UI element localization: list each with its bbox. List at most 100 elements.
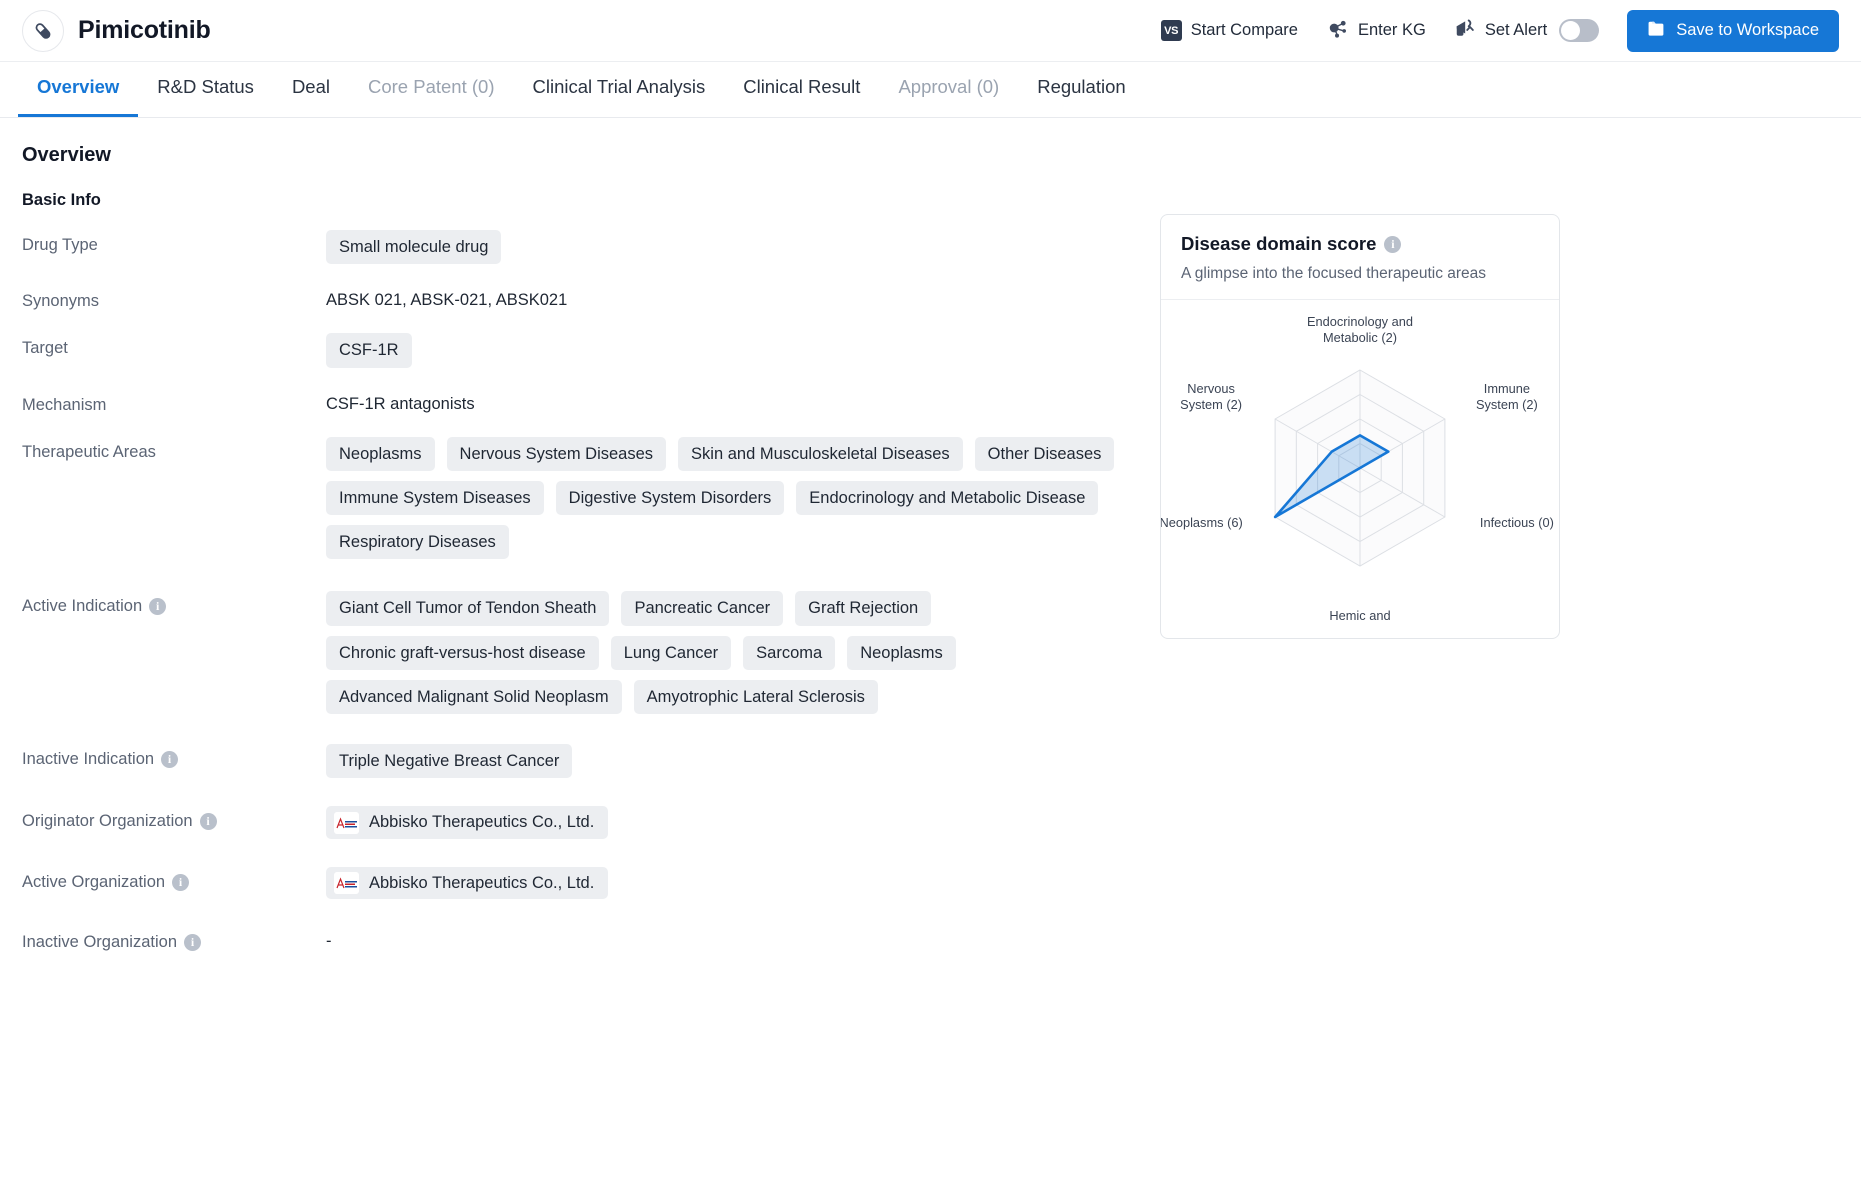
info-icon[interactable]: i [161, 751, 179, 769]
field-label-originator-organization: Originator Organization i [22, 806, 326, 831]
field-value-mechanism: CSF-1R antagonists [326, 390, 1132, 414]
overview-content: Overview Basic Info Drug Type Small mole… [0, 118, 1861, 974]
save-to-workspace-label: Save to Workspace [1676, 21, 1819, 39]
field-therapeutic-areas: Therapeutic Areas Neoplasms Nervous Syste… [22, 436, 1132, 560]
field-value-inactive-organization: - [326, 927, 1132, 951]
radar-axis-label: Endocrinology and Metabolic (2) [1307, 314, 1413, 345]
organization-name: Abbisko Therapeutics Co., Ltd. [369, 813, 595, 832]
chip-item[interactable]: Neoplasms [326, 436, 435, 471]
radar-axis-label: Infectious (0) [1480, 515, 1554, 530]
knowledge-graph-icon [1326, 18, 1349, 44]
app-header: Pimicotinib VS Start Compare Enter KG Se… [0, 0, 1861, 62]
set-alert-label: Set Alert [1484, 21, 1548, 39]
alert-toggle-knob [1561, 21, 1581, 40]
organization-name: Abbisko Therapeutics Co., Ltd. [369, 873, 595, 892]
synonyms-text: ABSK 021, ABSK-021, ABSK021 [326, 291, 568, 310]
save-to-workspace-button[interactable]: Save to Workspace [1627, 9, 1839, 52]
enter-kg-button[interactable]: Enter KG [1326, 18, 1426, 44]
chip-item[interactable]: Immune System Diseases [326, 480, 544, 516]
chip-item[interactable]: Endocrinology and Metabolic Disease [796, 480, 1099, 516]
radar-axis-label: Neoplasms (6) [1161, 515, 1243, 530]
abbisko-logo-icon [334, 811, 359, 834]
field-label-active-indication: Active Indication i [22, 591, 326, 616]
chip-item[interactable]: Respiratory Diseases [326, 525, 509, 560]
chip-item[interactable]: Giant Cell Tumor of Tendon Sheath [326, 591, 610, 626]
radar-axis-label: Immune System (2) [1476, 381, 1538, 412]
field-label-synonyms: Synonyms [22, 292, 100, 311]
field-label-therapeutic-areas: Therapeutic Areas [22, 442, 156, 461]
chip-item[interactable]: Triple Negative Breast Cancer [326, 744, 573, 779]
field-inactive-organization: Inactive Organization i - [22, 927, 1132, 952]
tab-clinical-trial-analysis[interactable]: Clinical Trial Analysis [513, 76, 724, 117]
field-value-target: CSF-1R [326, 333, 1132, 368]
inactive-organization-value: - [326, 931, 332, 950]
chip-item[interactable]: Sarcoma [743, 635, 836, 670]
overview-heading: Overview [22, 144, 111, 166]
active-indication-label-text: Active Indication [22, 597, 143, 616]
info-icon[interactable]: i [172, 873, 190, 891]
tab-approval[interactable]: Approval (0) [879, 76, 1018, 117]
chip-target[interactable]: CSF-1R [326, 333, 412, 368]
field-label-mechanism: Mechanism [22, 395, 107, 414]
radar-card-subtitle: A glimpse into the focused therapeutic a… [1181, 265, 1487, 282]
info-icon[interactable]: i [184, 933, 202, 951]
radar-axis-label: Hemic andLymphatic (0) [1321, 608, 1398, 626]
field-value-active-organization: Abbisko Therapeutics Co., Ltd. [326, 866, 1132, 899]
chip-item[interactable]: Skin and Musculoskeletal Diseases [678, 436, 963, 471]
field-originator-organization: Originator Organization i Abbisko Therap… [22, 806, 1132, 839]
tab-overview[interactable]: Overview [18, 76, 139, 117]
chip-item[interactable]: Nervous System Diseases [446, 436, 667, 471]
chip-item[interactable]: Digestive System Disorders [555, 480, 785, 516]
chip-item[interactable]: Neoplasms [847, 635, 956, 670]
radar-card-header: Disease domain score i A glimpse into th… [1161, 215, 1559, 300]
radar-chart: Endocrinology and Metabolic (2) Immune Syst… [1161, 314, 1554, 626]
info-icon[interactable]: i [149, 598, 167, 616]
page-title: Pimicotinib [78, 16, 211, 44]
field-target: Target CSF-1R [22, 333, 1132, 368]
start-compare-label: Start Compare [1190, 21, 1298, 39]
field-label-target: Target [22, 339, 68, 358]
radar-axis-label: Nervous System (2) [1180, 381, 1242, 412]
radar-card-title: Disease domain score [1181, 233, 1377, 254]
field-mechanism: Mechanism CSF-1R antagonists [22, 390, 1132, 415]
field-value-active-indication: Giant Cell Tumor of Tendon Sheath Pancrea… [326, 591, 1132, 715]
tab-deal[interactable]: Deal [273, 76, 349, 117]
active-organization-chips: Abbisko Therapeutics Co., Ltd. [326, 866, 1132, 899]
start-compare-button[interactable]: VS Start Compare [1160, 20, 1298, 41]
abbisko-logo-icon [334, 871, 359, 894]
chip-organization[interactable]: Abbisko Therapeutics Co., Ltd. [326, 806, 609, 839]
radar-chart-body: Endocrinology and Metabolic (2) Immune Syst… [1161, 300, 1559, 638]
therapeutic-areas-chips: Neoplasms Nervous System Diseases Skin and… [326, 436, 1132, 560]
chip-drug-type[interactable]: Small molecule drug [326, 230, 502, 265]
chip-item[interactable]: Chronic graft-versus-host disease [326, 635, 599, 670]
tab-regulation[interactable]: Regulation [1018, 76, 1144, 117]
alert-toggle[interactable] [1559, 19, 1600, 42]
inactive-indication-chips: Triple Negative Breast Cancer [326, 744, 1132, 779]
radar-card-title-row: Disease domain score i [1181, 233, 1539, 255]
disease-domain-score-card: Disease domain score i A glimpse into th… [1160, 214, 1560, 639]
chip-item[interactable]: Lung Cancer [610, 635, 732, 670]
field-value-originator-organization: Abbisko Therapeutics Co., Ltd. [326, 806, 1132, 839]
info-icon[interactable]: i [1384, 235, 1402, 253]
field-value-inactive-indication: Triple Negative Breast Cancer [326, 744, 1132, 779]
basic-info-panel: Overview Basic Info Drug Type Small mole… [22, 144, 1132, 974]
field-drug-type: Drug Type Small molecule drug [22, 230, 1132, 265]
header-actions: VS Start Compare Enter KG Set Alert Save… [1160, 9, 1839, 52]
chip-item[interactable]: Other Diseases [974, 436, 1115, 471]
chip-item[interactable]: Pancreatic Cancer [621, 591, 784, 626]
tab-clinical-result[interactable]: Clinical Result [724, 76, 879, 117]
tab-core-patent[interactable]: Core Patent (0) [349, 76, 513, 117]
chip-item[interactable]: Advanced Malignant Solid Neoplasm [326, 679, 622, 715]
info-icon[interactable]: i [199, 813, 217, 831]
chip-item[interactable]: Graft Rejection [795, 591, 932, 626]
drug-brand: Pimicotinib [22, 9, 211, 52]
inactive-organization-label-text: Inactive Organization [22, 932, 178, 951]
set-alert-button[interactable]: Set Alert [1454, 18, 1547, 44]
chip-organization[interactable]: Abbisko Therapeutics Co., Ltd. [326, 866, 609, 899]
active-indication-chips: Giant Cell Tumor of Tendon Sheath Pancrea… [326, 591, 1132, 715]
field-label-inactive-indication: Inactive Indication i [22, 744, 326, 769]
chip-item[interactable]: Amyotrophic Lateral Sclerosis [633, 679, 878, 715]
inactive-indication-label-text: Inactive Indication [22, 750, 155, 769]
tab-rd-status[interactable]: R&D Status [138, 76, 273, 117]
bell-alert-icon [1454, 18, 1476, 44]
